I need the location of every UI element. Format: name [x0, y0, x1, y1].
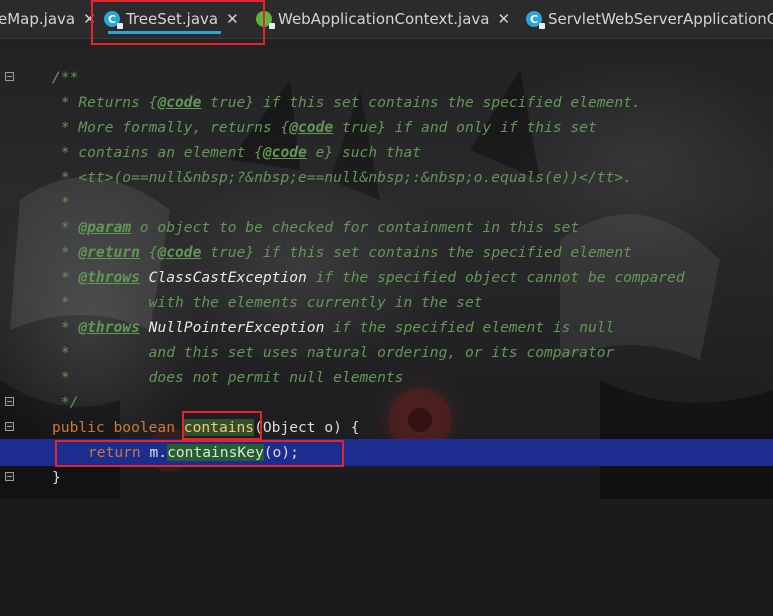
code-line: * does not permit null elements	[52, 369, 404, 386]
code-line: * with the elements currently in the set	[52, 294, 483, 311]
code-line: * @return {@code true} if this set conta…	[52, 244, 632, 261]
code-line: * @throws ClassCastException if the spec…	[52, 269, 685, 286]
code-line: * More formally, returns {@code true} if…	[52, 119, 597, 136]
code-editor[interactable]: /** * Returns {@code true} if this set c…	[0, 38, 773, 616]
code-line: * Returns {@code true} if this set conta…	[52, 94, 641, 111]
tab-hashmap[interactable]: eMap.java ✕	[0, 0, 96, 38]
javadoc-tag: @return	[78, 244, 140, 261]
html-tag-text: <tt>(o==null&nbsp;?&nbsp;e==null&nbsp;:&…	[78, 169, 632, 186]
code-line: *	[52, 194, 70, 211]
code-line: * <tt>(o==null&nbsp;?&nbsp;e==null&nbsp;…	[52, 169, 632, 186]
close-icon[interactable]: ✕	[497, 10, 510, 28]
code-line: * and this set uses natural ordering, or…	[52, 344, 615, 361]
javadoc-tag: @code	[289, 119, 334, 136]
tab-label: eMap.java	[0, 10, 76, 28]
annotation-box-contains	[182, 411, 262, 440]
tab-webapplicationcontext[interactable]: I WebApplicationContext.java ✕	[256, 0, 510, 38]
javadoc-tag: @throws	[78, 269, 140, 286]
exception-class: ClassCastException	[139, 269, 307, 286]
code-line: }	[52, 469, 61, 486]
code-line: /**	[52, 69, 79, 86]
tab-label: WebApplicationContext.java	[278, 10, 490, 28]
code-line: * @param o object to be checked for cont…	[52, 219, 580, 236]
annotation-box-return	[55, 440, 344, 467]
javadoc-tag: @code	[157, 94, 202, 111]
javadoc-tag: @code	[262, 144, 307, 161]
javadoc-tag: @param	[78, 219, 132, 236]
lock-icon	[269, 23, 275, 29]
code-line: * @throws NullPointerException if the sp…	[52, 319, 615, 336]
code-line: */	[52, 394, 79, 411]
code-line: * contains an element {@code e} such tha…	[52, 144, 422, 161]
class-icon: C	[526, 11, 545, 29]
tab-label: ServletWebServerApplicationCo	[548, 10, 773, 28]
javadoc-tag: @code	[157, 244, 202, 261]
javadoc-tag: @throws	[78, 319, 140, 336]
exception-class: NullPointerException	[139, 319, 325, 336]
tab-servletwebserverapplicationcontext[interactable]: C ServletWebServerApplicationCo	[526, 0, 773, 38]
lock-icon	[539, 23, 545, 29]
